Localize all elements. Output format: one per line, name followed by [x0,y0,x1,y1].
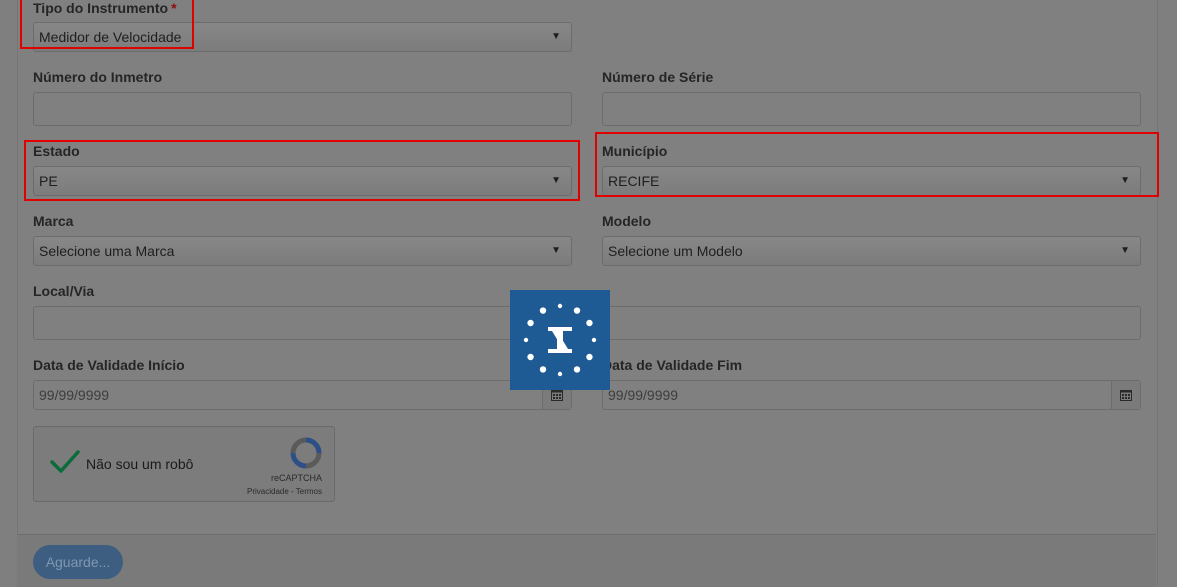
modelo-label: Modelo [602,213,651,229]
loader-dot [527,353,534,361]
marca-label: Marca [33,213,74,229]
chevron-down-icon: ▼ [1120,245,1130,256]
modelo-value: Selecione um Modelo [608,243,743,259]
validade-inicio-label: Data de Validade Início [33,357,185,373]
local-via-label: Local/Via [33,283,95,299]
inmetro-label: Número do Inmetro [33,69,163,85]
loader-dot [557,371,563,377]
validade-fim-placeholder: 99/99/9999 [608,387,679,403]
inmetro-logo-icon [523,303,597,377]
loader-dot [586,353,593,361]
checkmark-icon[interactable] [50,449,80,480]
validade-inicio-placeholder: 99/99/9999 [39,387,110,403]
calendar-icon[interactable] [1111,381,1140,409]
recaptcha-logo-icon [290,437,322,474]
highlight-municipio [595,132,1159,197]
loader-dot [573,366,581,373]
loader-dot [527,319,534,327]
recaptcha-brand: reCAPTCHA [270,473,322,483]
validade-inicio-input[interactable]: 99/99/9999 [33,380,572,410]
highlight-estado [24,140,580,201]
highlight-tipo-instrumento [20,0,194,49]
loader-dot [523,337,529,343]
validade-fim-label: Data de Validade Fim [602,357,743,373]
loader-dot [539,366,547,373]
marca-value: Selecione uma Marca [39,243,175,259]
modelo-select[interactable]: Selecione um Modelo ▼ [602,236,1141,266]
chevron-down-icon: ▼ [551,31,561,42]
serie-input[interactable] [602,92,1141,126]
loader-dot [557,303,563,309]
loader-dot [573,307,581,314]
loader-dot [591,337,597,343]
marca-select[interactable]: Selecione uma Marca ▼ [33,236,572,266]
serie-label: Número de Série [602,69,714,85]
loading-overlay [510,290,610,390]
inmetro-input[interactable] [33,92,572,126]
loader-dot [586,319,593,327]
validade-fim-input[interactable]: 99/99/9999 [602,380,1141,410]
recaptcha-widget: Não sou um robô reCAPTCHA Privacidade - … [33,426,335,502]
recaptcha-links[interactable]: Privacidade - Termos [247,487,322,496]
loader-dot [539,307,547,314]
submit-button[interactable]: Aguarde... [33,545,123,579]
recaptcha-label[interactable]: Não sou um robô [86,456,193,472]
form-footer [17,534,1156,587]
chevron-down-icon: ▼ [551,245,561,256]
